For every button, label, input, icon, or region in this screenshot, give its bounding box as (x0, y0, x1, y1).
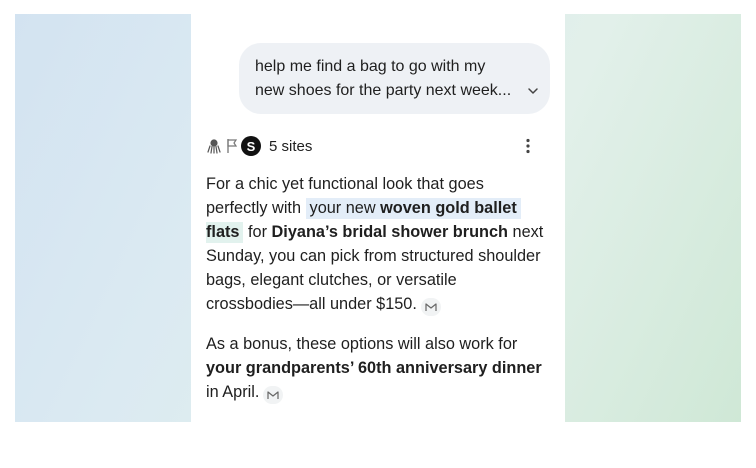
answer-text-span: for (243, 223, 272, 241)
event-name: Diyana’s bridal shower brunch (271, 223, 508, 241)
user-query-line-2: new shoes for the party next week... (255, 82, 512, 99)
highlighted-reference[interactable]: your new woven gold ballet (305, 198, 521, 219)
s-logo-icon: S (241, 136, 261, 156)
answer-paragraph-2: As a bonus, these options will also work… (206, 332, 558, 404)
answer-text-line: crossbodies—all under $150. (206, 295, 417, 313)
answer-text-line: As a bonus, these options will also work… (206, 335, 518, 353)
user-query-line-1: help me find a bag to go with my (255, 58, 486, 75)
sources-count: 5 sites (269, 137, 313, 155)
chat-panel: help me find a bag to go with my new sho… (191, 14, 565, 422)
answer-text-span: perfectly with (206, 199, 306, 217)
user-query-bubble[interactable]: help me find a bag to go with my new sho… (239, 43, 550, 114)
answer-text-span: next (507, 223, 544, 241)
octopus-icon (205, 137, 223, 155)
answer-text-line: bags, elegant clutches, or versatile (206, 271, 457, 289)
user-query-text: help me find a bag to go with my new sho… (255, 55, 516, 103)
source-icons: S (205, 136, 261, 156)
answer-text: For a chic yet functional look that goes… (206, 172, 558, 404)
highlight-bold-text: woven gold ballet (380, 199, 517, 217)
answer-text-line: For a chic yet functional look that goes (206, 175, 484, 193)
answer-text-line: Sunday, you can pick from structured sho… (206, 247, 541, 265)
chevron-down-icon[interactable] (526, 84, 540, 98)
answer-text-line: in April. (206, 383, 260, 401)
answer-paragraph-1: For a chic yet functional look that goes… (206, 172, 558, 316)
sources-row[interactable]: S 5 sites (205, 134, 551, 158)
highlight-text: your new (309, 199, 381, 217)
more-vert-icon[interactable] (519, 137, 537, 155)
highlighted-reference-continued[interactable]: flats (206, 222, 244, 243)
gmail-source-chip[interactable] (263, 386, 284, 404)
gmail-icon (267, 391, 279, 399)
flag-icon (225, 137, 239, 155)
event-name: your grandparents’ 60th anniversary dinn… (206, 359, 542, 377)
gmail-icon (425, 303, 437, 311)
gmail-source-chip[interactable] (420, 298, 441, 316)
